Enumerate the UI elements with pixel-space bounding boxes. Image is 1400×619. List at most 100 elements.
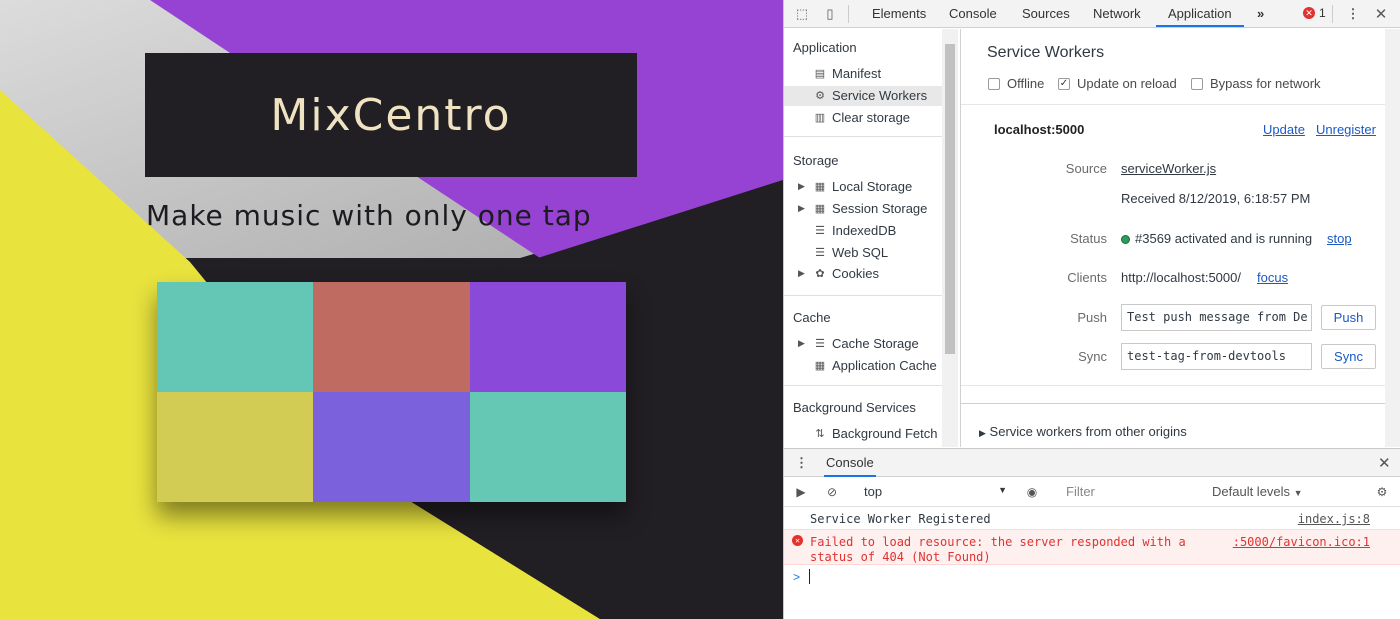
device-toolbar-icon[interactable]: ▯ bbox=[821, 5, 839, 23]
focus-link[interactable]: focus bbox=[1257, 270, 1288, 285]
checkbox-box[interactable] bbox=[1191, 77, 1203, 90]
error-counter[interactable]: ✕ 1 bbox=[1303, 6, 1326, 20]
tab-network[interactable]: Network bbox=[1093, 0, 1141, 27]
sidebar-scrollbar-thumb[interactable] bbox=[945, 44, 955, 354]
sidebar-toggle-icon[interactable]: ▶ bbox=[793, 484, 809, 500]
update-on-reload-checkbox[interactable]: ✓ Update on reload bbox=[1058, 76, 1177, 91]
application-sidebar: Application ▤ Manifest ⚙ Service Workers ▥… bbox=[784, 29, 959, 447]
logo-text: MixCentro bbox=[270, 89, 512, 141]
drawer-menu-icon[interactable]: ⋮ bbox=[795, 455, 808, 471]
logo-banner: MixCentro bbox=[145, 53, 637, 177]
drawer-tab-console[interactable]: Console bbox=[824, 449, 876, 477]
status-running-icon bbox=[1121, 235, 1130, 245]
context-value: top bbox=[864, 484, 883, 499]
status-text: #3569 activated and is running bbox=[1135, 231, 1313, 246]
context-selector[interactable]: top ▼ bbox=[854, 483, 1007, 501]
sidebar-item-label: Local Storage bbox=[832, 179, 913, 194]
sync-button[interactable]: Sync bbox=[1321, 344, 1376, 369]
inspect-element-icon[interactable]: ⬚ bbox=[793, 5, 811, 23]
webpage: MixCentro Make music with only one tap bbox=[0, 0, 783, 619]
sidebar-item-cookies[interactable]: ✿ Cookies bbox=[813, 264, 879, 284]
sidebar-item-application-cache[interactable]: ▦ Application Cache bbox=[813, 356, 937, 376]
clients-value: http://localhost:5000/ bbox=[1121, 270, 1241, 285]
tab-sources[interactable]: Sources bbox=[1022, 0, 1070, 27]
checkbox-label: Update on reload bbox=[1077, 76, 1177, 91]
sidebar-divider bbox=[784, 385, 942, 386]
checkbox-label: Bypass for network bbox=[1210, 76, 1321, 91]
unregister-link[interactable]: Unregister bbox=[1316, 122, 1376, 137]
other-origins-label: Service workers from other origins bbox=[989, 424, 1187, 439]
dropdown-arrow-icon: ▼ bbox=[1293, 488, 1303, 498]
sync-tag-input[interactable]: test-tag-from-devtools bbox=[1121, 343, 1312, 370]
expand-arrow-icon[interactable]: ▶ bbox=[798, 181, 805, 192]
sidebar-item-indexeddb[interactable]: ☰ IndexedDB bbox=[813, 221, 896, 241]
expand-arrow-icon[interactable]: ▶ bbox=[798, 203, 805, 214]
sidebar-item-session-storage[interactable]: ▦ Session Storage bbox=[813, 199, 928, 219]
more-tabs-icon[interactable]: » bbox=[1257, 0, 1264, 27]
sidebar-item-manifest[interactable]: ▤ Manifest bbox=[813, 64, 881, 84]
checkbox-box[interactable] bbox=[988, 77, 1000, 90]
pad-yellow[interactable] bbox=[157, 392, 313, 502]
database-icon: ☰ bbox=[815, 338, 825, 350]
tab-elements[interactable]: Elements bbox=[872, 0, 926, 27]
console-message-text: Failed to load resource: the server resp… bbox=[810, 535, 1186, 549]
sidebar-header-cache: Cache bbox=[793, 310, 831, 325]
offline-checkbox[interactable]: Offline bbox=[988, 76, 1044, 91]
sidebar-item-service-workers[interactable]: ⚙ Service Workers bbox=[784, 86, 942, 106]
kebab-menu-icon[interactable]: ⋮ bbox=[1344, 5, 1362, 23]
service-workers-pane: Service Workers Offline ✓ Update on reloa… bbox=[960, 29, 1400, 447]
text-caret bbox=[809, 569, 810, 584]
filter-input[interactable]: Filter bbox=[1066, 484, 1095, 499]
toolbar-divider bbox=[848, 5, 849, 23]
levels-dropdown[interactable]: Default levels ▼ bbox=[1212, 484, 1303, 499]
sidebar-item-cache-storage[interactable]: ☰ Cache Storage bbox=[813, 334, 919, 354]
console-message-log: Service Worker Registered index.js:8 bbox=[784, 507, 1400, 529]
sidebar-item-local-storage[interactable]: ▦ Local Storage bbox=[813, 177, 912, 197]
tab-console[interactable]: Console bbox=[949, 0, 997, 27]
bypass-for-network-checkbox[interactable]: Bypass for network bbox=[1191, 76, 1321, 91]
expand-arrow-icon[interactable]: ▶ bbox=[798, 268, 805, 279]
cookie-icon: ✿ bbox=[815, 268, 825, 280]
console-toolbar: ▶ ⊘ top ▼ ◉ Filter Default levels ▼ ⚙ bbox=[784, 477, 1400, 507]
sidebar-item-label: Cookies bbox=[832, 266, 879, 281]
section-divider bbox=[961, 385, 1386, 386]
sync-label: Sync bbox=[1078, 349, 1107, 364]
push-message-input[interactable]: Test push message from De bbox=[1121, 304, 1312, 331]
sidebar-header-background-services: Background Services bbox=[793, 400, 916, 415]
push-button[interactable]: Push bbox=[1321, 305, 1376, 330]
expand-arrow-icon[interactable]: ▶ bbox=[798, 338, 805, 349]
error-count: 1 bbox=[1319, 6, 1326, 20]
sidebar-item-clear-storage[interactable]: ▥ Clear storage bbox=[813, 108, 910, 128]
pad-purple[interactable] bbox=[470, 282, 626, 392]
console-source-link[interactable]: index.js:8 bbox=[1298, 512, 1370, 526]
sidebar-item-web-sql[interactable]: ☰ Web SQL bbox=[813, 243, 888, 263]
grid-icon: ▦ bbox=[814, 203, 826, 215]
sidebar-divider bbox=[784, 295, 942, 296]
eye-icon[interactable]: ◉ bbox=[1024, 484, 1040, 500]
sidebar-item-label: Web SQL bbox=[832, 245, 889, 260]
sidebar-item-background-fetch[interactable]: ⇅ Background Fetch bbox=[813, 424, 937, 444]
pad-teal-2[interactable] bbox=[470, 392, 626, 502]
close-drawer-icon[interactable]: ✕ bbox=[1378, 454, 1391, 472]
main-scrollbar[interactable] bbox=[1385, 29, 1400, 447]
close-icon[interactable]: ✕ bbox=[1372, 5, 1390, 23]
settings-gear-icon[interactable]: ⚙ bbox=[1374, 484, 1390, 500]
clear-console-icon[interactable]: ⊘ bbox=[824, 484, 840, 500]
sidebar-header-storage: Storage bbox=[793, 153, 839, 168]
console-source-link[interactable]: :5000/favicon.ico:1 bbox=[1233, 535, 1370, 549]
other-origins-toggle[interactable]: ▶ Service workers from other origins bbox=[979, 424, 1187, 439]
checkmark-icon[interactable]: ✓ bbox=[1058, 77, 1070, 90]
console-prompt[interactable]: > bbox=[784, 566, 1400, 588]
sidebar-header-application: Application bbox=[793, 40, 857, 55]
toolbar-divider bbox=[1332, 5, 1333, 23]
pad-salmon[interactable] bbox=[313, 282, 470, 392]
status-label: Status bbox=[1070, 231, 1107, 246]
update-link[interactable]: Update bbox=[1263, 122, 1305, 137]
pad-teal[interactable] bbox=[157, 282, 313, 392]
devtools-toolbar: ⬚ ▯ Elements Console Sources Network App… bbox=[784, 0, 1400, 28]
prompt-chevron-icon: > bbox=[793, 570, 801, 584]
source-file-link[interactable]: serviceWorker.js bbox=[1121, 161, 1216, 176]
stop-link[interactable]: stop bbox=[1327, 231, 1352, 246]
tab-application[interactable]: Application bbox=[1156, 0, 1244, 27]
pad-violet[interactable] bbox=[313, 392, 470, 502]
